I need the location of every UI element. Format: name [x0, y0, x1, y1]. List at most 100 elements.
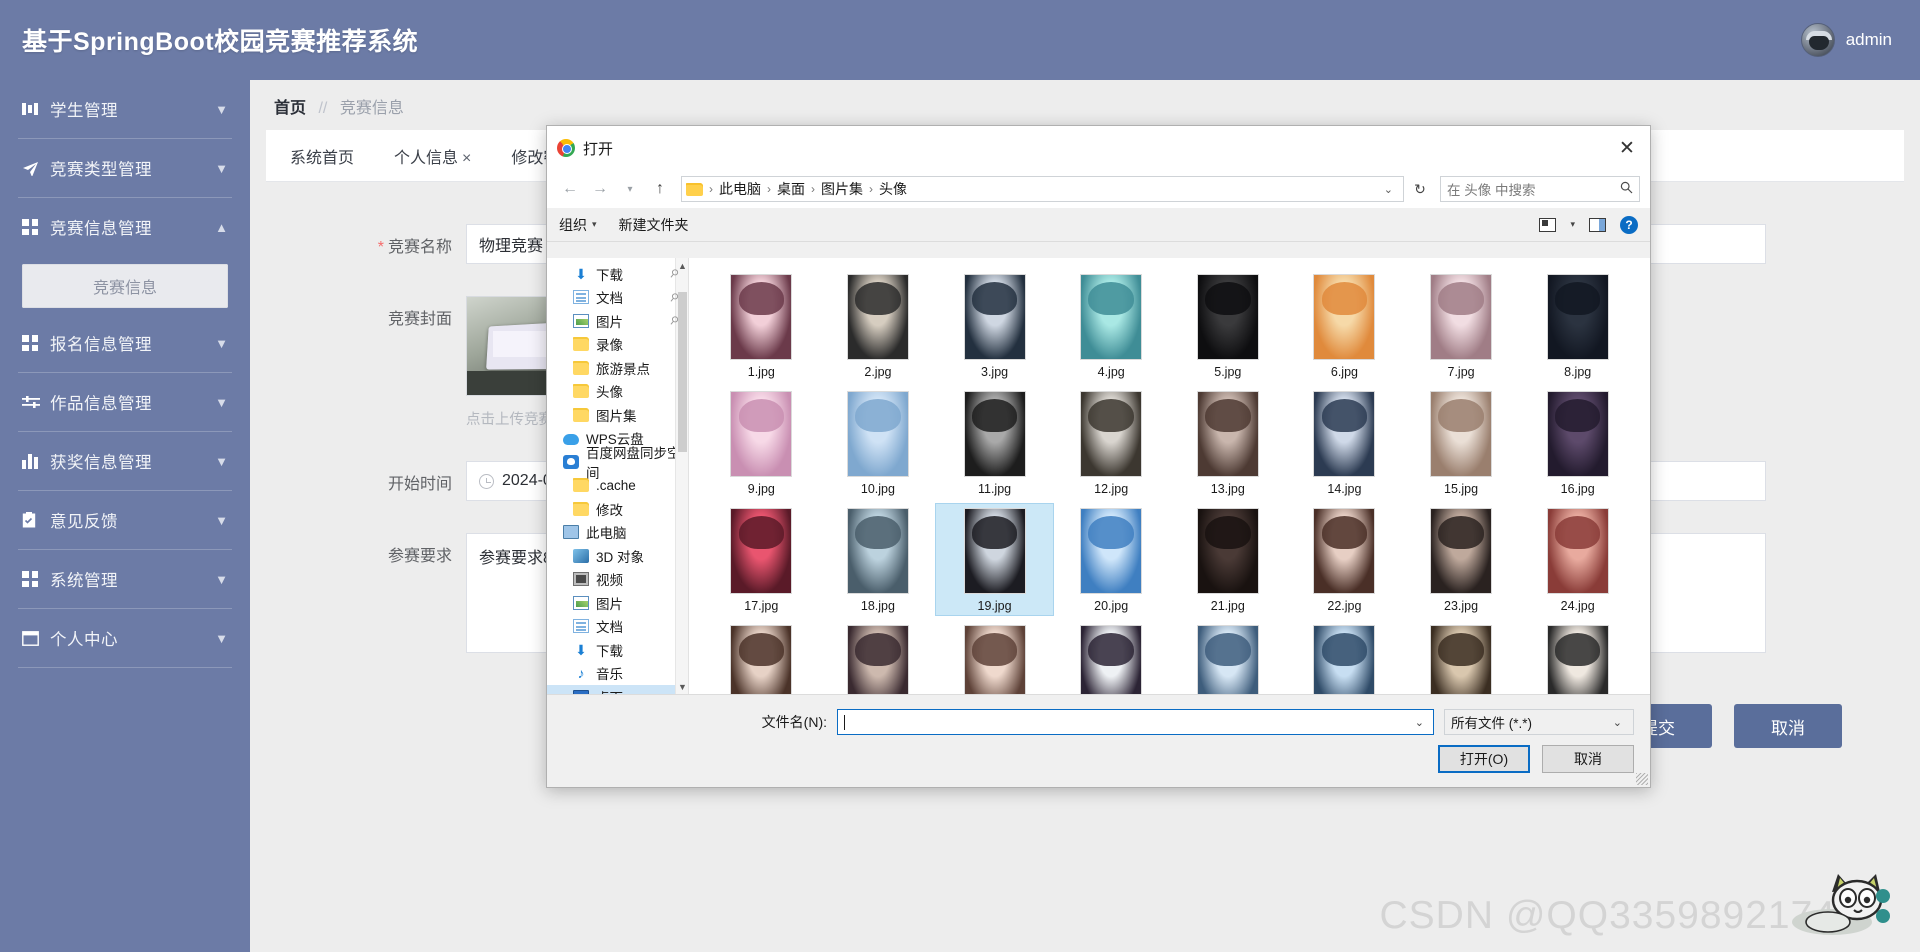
file-item[interactable]: 18.jpg	[820, 504, 937, 615]
file-item[interactable]: 14.jpg	[1286, 387, 1403, 498]
user-menu[interactable]: admin	[1800, 23, 1892, 57]
tree-item[interactable]: ⬇ 下载	[547, 638, 688, 662]
forward-icon[interactable]: →	[587, 176, 613, 202]
file-item[interactable]: 28.jpg	[1053, 621, 1170, 694]
sidebar-item-students[interactable]: 学生管理 ▼	[0, 80, 250, 138]
thumbnail-detail	[1438, 281, 1484, 316]
file-item[interactable]: 23.jpg	[1403, 504, 1520, 615]
tree-item[interactable]: 此电脑	[547, 521, 688, 545]
tree-item[interactable]: 头像	[547, 380, 688, 404]
sidebar-item-personal-center[interactable]: 个人中心 ▼	[0, 609, 250, 667]
file-item[interactable]: 116.jpg	[1519, 621, 1636, 694]
file-item[interactable]: 5.jpg	[1170, 270, 1287, 381]
help-icon[interactable]: ?	[1620, 215, 1638, 234]
breadcrumb-this-pc[interactable]: 此电脑	[719, 179, 761, 199]
folder-icon	[573, 478, 589, 493]
file-item[interactable]: 3.jpg	[936, 270, 1053, 381]
refresh-icon[interactable]: ↻	[1408, 176, 1432, 202]
address-bar[interactable]: › 此电脑 › 桌面 › 图片集 › 头像 ⌄	[681, 176, 1404, 202]
breadcrumb-avatar-folder[interactable]: 头像	[879, 179, 907, 199]
file-item[interactable]: 26.jpg	[820, 621, 937, 694]
file-item[interactable]: 11.jpg	[936, 387, 1053, 498]
tree-scrollbar[interactable]: ▲ ▼	[675, 258, 688, 694]
chevron-down-icon[interactable]: ▾	[1570, 219, 1575, 230]
file-item[interactable]: 19.jpg	[935, 503, 1054, 616]
file-item[interactable]: 20.jpg	[1053, 504, 1170, 615]
file-item[interactable]: 24.jpg	[1519, 504, 1636, 615]
download-icon: ⬇	[575, 641, 587, 658]
sidebar-item-award-info[interactable]: 获奖信息管理 ▼	[0, 432, 250, 490]
file-thumbnail	[963, 274, 1026, 360]
file-item[interactable]: 27.jpg	[936, 621, 1053, 694]
file-item[interactable]: 29.jpg	[1170, 621, 1287, 694]
breadcrumb-picture-set[interactable]: 图片集	[821, 179, 863, 199]
breadcrumb-home[interactable]: 首页	[274, 100, 306, 117]
chevron-down-icon[interactable]: ⌄	[1608, 716, 1627, 729]
recent-locations-icon[interactable]: ▾	[617, 176, 643, 202]
view-mode-icon[interactable]	[1539, 217, 1557, 232]
file-item[interactable]: 6.jpg	[1286, 270, 1403, 381]
filetype-select[interactable]: 所有文件 (*.*) ⌄	[1444, 709, 1634, 735]
close-icon[interactable]: ×	[462, 150, 471, 167]
file-item[interactable]: 12.jpg	[1053, 387, 1170, 498]
breadcrumb-desktop[interactable]: 桌面	[777, 179, 805, 199]
tab-personal-info[interactable]: 个人信息 ×	[394, 144, 471, 168]
file-item[interactable]: 7.jpg	[1403, 270, 1520, 381]
resize-grip[interactable]	[1636, 773, 1648, 785]
open-button[interactable]: 打开(O)	[1438, 745, 1530, 773]
navigation-tree: ▲ ▼ ⬇ 下载 ⚲ 文档 ⚲ 图片 ⚲ 录像 旅游景点 头像 图片集 WPS云盘 百度网盘同步空间 .c…	[547, 258, 689, 694]
tree-item[interactable]: 桌面	[547, 685, 688, 694]
file-item[interactable]: 17.jpg	[703, 504, 820, 615]
search-input[interactable]: 在 头像 中搜索	[1440, 176, 1640, 202]
organize-button[interactable]: 组织 ▾	[559, 215, 597, 235]
file-item[interactable]: 8.jpg	[1519, 270, 1636, 381]
file-thumbnail	[1080, 508, 1143, 594]
sidebar-item-feedback[interactable]: 意见反馈 ▼	[0, 491, 250, 549]
file-item[interactable]: 31.jpg	[1403, 621, 1520, 694]
chevron-down-icon[interactable]: ⌄	[1378, 183, 1399, 196]
sidebar-item-registration-info[interactable]: 报名信息管理 ▼	[0, 314, 250, 372]
sidebar-subitem-competition-info[interactable]: 竞赛信息	[22, 264, 228, 308]
tree-item[interactable]: ⬇ 下载 ⚲	[547, 262, 688, 286]
file-item[interactable]: 10.jpg	[820, 387, 937, 498]
tree-item[interactable]: 视频	[547, 568, 688, 592]
file-item[interactable]: 16.jpg	[1519, 387, 1636, 498]
file-item[interactable]: 4.jpg	[1053, 270, 1170, 381]
tree-item[interactable]: 图片集	[547, 403, 688, 427]
tree-item[interactable]: ♪ 音乐	[547, 662, 688, 686]
dialog-cancel-button[interactable]: 取消	[1542, 745, 1634, 773]
sidebar-item-competition-type[interactable]: 竞赛类型管理 ▼	[0, 139, 250, 197]
file-item[interactable]: 13.jpg	[1170, 387, 1287, 498]
tree-item[interactable]: 旅游景点	[547, 356, 688, 380]
file-item[interactable]: 21.jpg	[1170, 504, 1287, 615]
tree-item[interactable]: 录像	[547, 333, 688, 357]
file-item[interactable]: 25.jpg	[703, 621, 820, 694]
tree-item[interactable]: 3D 对象	[547, 544, 688, 568]
cancel-button[interactable]: 取消	[1734, 704, 1842, 748]
chevron-down-icon[interactable]: ⌄	[1410, 716, 1429, 729]
tree-item[interactable]: 文档 ⚲	[547, 286, 688, 310]
tree-item[interactable]: 文档	[547, 615, 688, 639]
back-icon[interactable]: ←	[557, 176, 583, 202]
tree-item[interactable]: 百度网盘同步空间	[547, 446, 688, 481]
up-icon[interactable]: ↑	[647, 176, 673, 202]
preview-pane-icon[interactable]	[1589, 217, 1606, 232]
sidebar-item-system[interactable]: 系统管理 ▼	[0, 550, 250, 608]
sidebar-item-competition-info[interactable]: 竞赛信息管理 ▲	[0, 198, 250, 256]
file-item[interactable]: 2.jpg	[820, 270, 937, 381]
close-icon[interactable]: ✕	[1604, 126, 1650, 170]
tab-home[interactable]: 系统首页	[290, 144, 354, 168]
file-item[interactable]: 15.jpg	[1403, 387, 1520, 498]
new-folder-button[interactable]: 新建文件夹	[619, 215, 689, 235]
tree-item[interactable]: 图片 ⚲	[547, 309, 688, 333]
file-item[interactable]: 9.jpg	[703, 387, 820, 498]
file-thumbnail	[1430, 274, 1493, 360]
filename-input[interactable]: ⌄	[837, 709, 1434, 735]
file-item[interactable]: 30.jpg	[1286, 621, 1403, 694]
sidebar-item-works-info[interactable]: 作品信息管理 ▼	[0, 373, 250, 431]
tree-item[interactable]: 修改	[547, 497, 688, 521]
file-item[interactable]: 22.jpg	[1286, 504, 1403, 615]
file-item[interactable]: 1.jpg	[703, 270, 820, 381]
scroll-down-icon[interactable]: ▼	[676, 679, 688, 694]
tree-item[interactable]: 图片	[547, 591, 688, 615]
